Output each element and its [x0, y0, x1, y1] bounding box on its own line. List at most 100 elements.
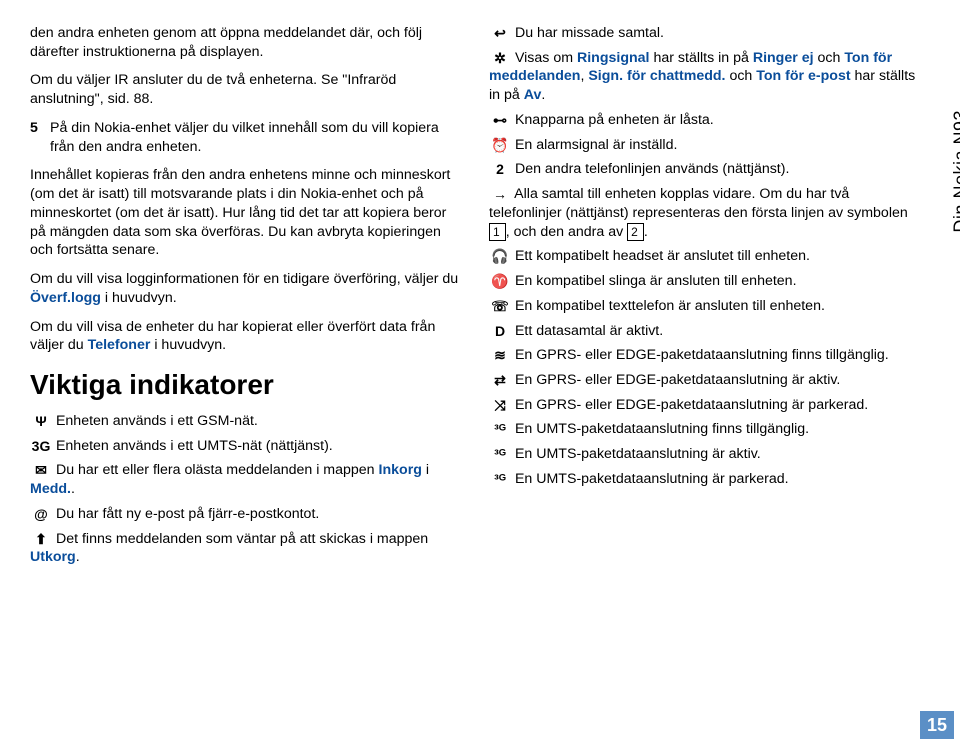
keylock-icon: ⊷	[489, 111, 511, 129]
gprs-hold-icon: ⤨	[489, 396, 511, 414]
text: .	[644, 224, 648, 240]
indicator-text: En UMTS-paketdataanslutning är parkerad.	[515, 471, 789, 487]
indicator-gprs-active: ⇄ En GPRS- eller EDGE-paketdataanslutnin…	[489, 371, 920, 390]
indicator-3g: 3G Enheten används i ett UMTS-nät (nättj…	[30, 437, 461, 456]
link-medd: Medd.	[30, 481, 71, 497]
indicator-text: En GPRS- eller EDGE-paketdataanslutning …	[515, 372, 840, 388]
indicator-umts-avail: ³ᴳ En UMTS-paketdataanslutning finns til…	[489, 420, 920, 439]
indicator-text: Alla samtal till enheten kopplas vidare.…	[489, 186, 908, 239]
line2-icon: 2	[489, 160, 511, 178]
silent-icon: ✲	[489, 49, 511, 67]
indicator-headset: 🎧 Ett kompatibelt headset är anslutet ti…	[489, 247, 920, 266]
step-text: På din Nokia-enhet väljer du vilket inne…	[50, 119, 461, 156]
indicator-text: Ett datasamtal är aktivt.	[515, 323, 663, 339]
headset-icon: 🎧	[489, 247, 511, 265]
indicator-text: Du har fått ny e-post på fjärr-e-postkon…	[56, 506, 319, 522]
text: Visas om	[515, 50, 577, 66]
gprs-icon: ≋	[489, 346, 511, 364]
sidebar-label: Din Nokia N93	[950, 110, 960, 233]
link-inkorg: Inkorg	[379, 462, 422, 478]
step-number: 5	[30, 119, 42, 156]
indicator-text: Enheten används i ett GSM-nät.	[56, 413, 258, 429]
text: Om du vill visa logginformationen för en…	[30, 271, 458, 287]
gprs-active-icon: ⇄	[489, 371, 511, 389]
indicator-message: ✉ Du har ett eller flera olästa meddelan…	[30, 461, 461, 498]
text: Du har ett eller flera olästa meddelande…	[56, 462, 379, 478]
loopset-icon: ♈	[489, 272, 511, 290]
indicator-gprs-avail: ≋ En GPRS- eller EDGE-paketdataanslutnin…	[489, 346, 920, 365]
datacall-icon: D	[489, 322, 511, 340]
indicator-datacall: D Ett datasamtal är aktivt.	[489, 322, 920, 341]
badge-1: 1	[489, 223, 506, 241]
tty-icon: ☏	[489, 297, 511, 315]
indicator-text: Du har missade samtal.	[515, 25, 664, 41]
step-5: 5 På din Nokia-enhet väljer du vilket in…	[30, 119, 461, 156]
page-number: 15	[920, 711, 954, 739]
text: och	[814, 50, 845, 66]
page: den andra enheten genom att öppna meddel…	[0, 0, 960, 597]
indicator-text: Det finns meddelanden som väntar på att …	[30, 531, 428, 566]
umts-active-icon: ³ᴳ	[489, 445, 511, 463]
3g-icon: 3G	[30, 437, 52, 455]
paragraph: Om du vill visa de enheter du har kopier…	[30, 318, 461, 355]
indicator-text: En GPRS- eller EDGE-paketdataanslutning …	[515, 397, 868, 413]
paragraph: Om du väljer IR ansluter du de två enhet…	[30, 71, 461, 108]
link-sign-chatt: Sign. för chattmedd.	[588, 68, 725, 84]
indicator-outbox: ⬆ Det finns meddelanden som väntar på at…	[30, 530, 461, 567]
link-av: Av	[524, 87, 542, 103]
indicator-ringtone: ✲ Visas om Ringsignal har ställts in på …	[489, 49, 920, 105]
text: i huvudvyn.	[101, 290, 177, 306]
indicator-email: @ Du har fått ny e-post på fjärr-e-postk…	[30, 505, 461, 524]
paragraph: Innehållet kopieras från den andra enhet…	[30, 166, 461, 260]
text: Det finns meddelanden som väntar på att …	[56, 531, 428, 547]
text: har ställts in på	[650, 50, 753, 66]
missed-call-icon: ↩	[489, 24, 511, 42]
umts-hold-icon: ³ᴳ	[489, 470, 511, 488]
indicator-text: En GPRS- eller EDGE-paketdataanslutning …	[515, 347, 889, 363]
paragraph: den andra enheten genom att öppna meddel…	[30, 24, 461, 61]
alarm-icon: ⏰	[489, 136, 511, 154]
forward-icon: →	[489, 185, 511, 203]
link-utkorg: Utkorg	[30, 549, 76, 565]
indicator-forward: → Alla samtal till enheten kopplas vidar…	[489, 185, 920, 241]
indicator-gsm: Ψ Enheten används i ett GSM-nät.	[30, 412, 461, 431]
indicator-text: En UMTS-paketdataanslutning finns tillgä…	[515, 421, 809, 437]
indicator-text: En kompatibel slinga är ansluten till en…	[515, 273, 797, 289]
indicator-text: En UMTS-paketdataanslutning är aktiv.	[515, 446, 761, 462]
indicator-text: Knapparna på enheten är låsta.	[515, 112, 714, 128]
heading-indicators: Viktiga indikatorer	[30, 367, 461, 404]
indicator-missed-call: ↩ Du har missade samtal.	[489, 24, 920, 43]
link-ringer-ej: Ringer ej	[753, 50, 814, 66]
link-ringsignal: Ringsignal	[577, 50, 650, 66]
gsm-icon: Ψ	[30, 412, 52, 430]
at-icon: @	[30, 505, 52, 523]
paragraph: Om du vill visa logginformationen för en…	[30, 270, 461, 307]
indicator-loopset: ♈ En kompatibel slinga är ansluten till …	[489, 272, 920, 291]
text: , och den andra av	[506, 224, 627, 240]
indicator-umts-hold: ³ᴳ En UMTS-paketdataanslutning är parker…	[489, 470, 920, 489]
text: .	[541, 87, 545, 103]
indicator-text: Enheten används i ett UMTS-nät (nättjäns…	[56, 438, 333, 454]
outbox-icon: ⬆	[30, 530, 52, 548]
text: och	[726, 68, 757, 84]
indicator-line2: 2 Den andra telefonlinjen används (nättj…	[489, 160, 920, 179]
envelope-icon: ✉	[30, 461, 52, 479]
indicator-text: Du har ett eller flera olästa meddelande…	[30, 462, 429, 497]
umts-icon: ³ᴳ	[489, 420, 511, 438]
right-column: ↩ Du har missade samtal. ✲ Visas om Ring…	[489, 24, 920, 573]
badge-2: 2	[627, 223, 644, 241]
indicator-text: Den andra telefonlinjen används (nättjän…	[515, 161, 789, 177]
indicator-tty: ☏ En kompatibel texttelefon är ansluten …	[489, 297, 920, 316]
indicator-gprs-hold: ⤨ En GPRS- eller EDGE-paketdataanslutnin…	[489, 396, 920, 415]
text: .	[76, 549, 80, 565]
indicator-text: En alarmsignal är inställd.	[515, 137, 677, 153]
link-overf-logg: Överf.logg	[30, 290, 101, 306]
text: i	[422, 462, 429, 478]
indicator-umts-active: ³ᴳ En UMTS-paketdataanslutning är aktiv.	[489, 445, 920, 464]
indicator-text: Ett kompatibelt headset är anslutet till…	[515, 248, 810, 264]
indicator-text: Visas om Ringsignal har ställts in på Ri…	[489, 50, 915, 103]
indicator-text: En kompatibel texttelefon är ansluten ti…	[515, 298, 825, 314]
link-ton-epost: Ton för e-post	[756, 68, 850, 84]
indicator-keylock: ⊷ Knapparna på enheten är låsta.	[489, 111, 920, 130]
left-column: den andra enheten genom att öppna meddel…	[30, 24, 461, 573]
